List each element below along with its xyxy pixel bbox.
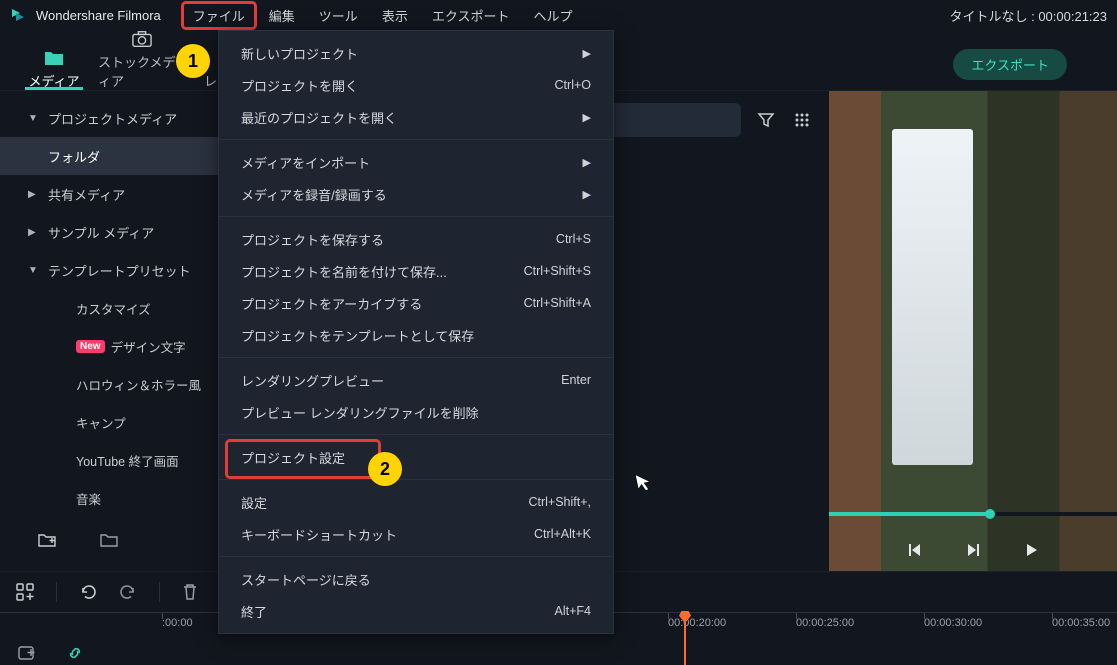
sidebar-item-カスタマイズ[interactable]: カスタマイズ: [0, 289, 218, 327]
file-menu-dropdown: 新しいプロジェクト▶プロジェクトを開くCtrl+O最近のプロジェクトを開く▶ メデ…: [218, 30, 614, 634]
menu-item-レンダリングプレビュー[interactable]: レンダリングプレビューEnter: [219, 364, 613, 396]
camera-icon: [132, 30, 152, 48]
grid-view-icon[interactable]: [791, 109, 813, 131]
menu-item-プロジェクトを保存する[interactable]: プロジェクトを保存するCtrl+S: [219, 223, 613, 255]
menu-item-終了[interactable]: 終了Alt+F4: [219, 595, 613, 627]
timeline-tick: 00:00:30:00: [924, 617, 982, 629]
timeline-track-header: [0, 639, 1117, 665]
folder-icon: [44, 49, 64, 67]
playback-controls: [829, 543, 1117, 557]
menu-ヘルプ[interactable]: ヘルプ: [521, 1, 584, 30]
filter-icon[interactable]: [755, 109, 777, 131]
shortcut-label: Ctrl+Shift+S: [524, 264, 591, 278]
add-track-icon[interactable]: [18, 645, 36, 661]
sidebar-item-共有メディア[interactable]: ▶共有メディア: [0, 175, 218, 213]
submenu-arrow-icon: ▶: [583, 47, 591, 60]
menu-表示[interactable]: 表示: [370, 1, 420, 30]
sidebar-item-デザイン文字[interactable]: Newデザイン文字: [0, 327, 218, 365]
annotation-callout-1: 1: [176, 44, 210, 78]
new-folder-icon[interactable]: [36, 529, 58, 551]
timeline-playhead[interactable]: [684, 613, 686, 665]
sidebar-item-プロジェクトメディア[interactable]: ▼プロジェクトメディア: [0, 99, 218, 137]
play-icon[interactable]: [1024, 543, 1038, 557]
shortcut-label: Enter: [561, 373, 591, 387]
shortcut-label: Ctrl+Shift+,: [528, 495, 591, 509]
sidebar-item-音楽[interactable]: 音楽: [0, 479, 218, 517]
timeline-tick: :00:00: [162, 617, 193, 629]
shortcut-label: Alt+F4: [555, 604, 591, 618]
submenu-arrow-icon: ▶: [583, 156, 591, 169]
export-button[interactable]: エクスポート: [953, 49, 1067, 80]
menu-編集[interactable]: 編集: [257, 1, 307, 30]
shortcut-label: Ctrl+S: [556, 232, 591, 246]
sidebar-item-キャンプ[interactable]: キャンプ: [0, 403, 218, 441]
preview-video-frame: [829, 91, 1117, 571]
submenu-arrow-icon: ▶: [583, 188, 591, 201]
timeline-tick: 00:00:20:00: [668, 617, 726, 629]
menu-item-プレビュー レンダリングファイルを削除[interactable]: プレビュー レンダリングファイルを削除: [219, 396, 613, 428]
preview-panel: [829, 91, 1117, 571]
menu-item-プロジェクトを開く[interactable]: プロジェクトを開くCtrl+O: [219, 69, 613, 101]
folder-icon[interactable]: [98, 529, 120, 551]
step-forward-icon[interactable]: [966, 543, 980, 557]
step-back-icon[interactable]: [908, 543, 922, 557]
menu-ファイル[interactable]: ファイル: [181, 1, 257, 30]
sidebar-item-フォルダ[interactable]: フォルダ: [0, 137, 218, 175]
menu-item-プロジェクトをテンプレートとして保存[interactable]: プロジェクトをテンプレートとして保存: [219, 319, 613, 351]
preview-progress[interactable]: [829, 512, 1117, 516]
app-name: Wondershare Filmora: [36, 8, 161, 23]
tab-ストックメディア[interactable]: ストックメディア: [98, 34, 186, 90]
menu-item-スタートページに戻る[interactable]: スタートページに戻る: [219, 563, 613, 595]
menu-ツール[interactable]: ツール: [307, 1, 370, 30]
menu-item-設定[interactable]: 設定Ctrl+Shift+,: [219, 486, 613, 518]
new-badge: New: [76, 340, 105, 353]
submenu-arrow-icon: ▶: [583, 111, 591, 124]
title-bar: Wondershare Filmora ファイル編集ツール表示エクスポートヘルプ…: [0, 0, 1117, 30]
app-logo-icon: [10, 7, 26, 23]
timeline-tick: 00:00:35:00: [1052, 617, 1110, 629]
menu-item-最近のプロジェクトを開く[interactable]: 最近のプロジェクトを開く▶: [219, 101, 613, 133]
chevron-icon: ▶: [28, 189, 40, 200]
sidebar-item-YouTube 終了画面[interactable]: YouTube 終了画面: [0, 441, 218, 479]
tab-メディア[interactable]: メディア: [10, 34, 98, 90]
sidebar-tools: [0, 517, 218, 563]
shortcut-label: Ctrl+O: [555, 78, 591, 92]
annotation-callout-2: 2: [368, 452, 402, 486]
apps-icon[interactable]: [16, 583, 34, 601]
timeline-tick: 00:00:25:00: [796, 617, 854, 629]
menu-item-プロジェクトを名前を付けて保存...[interactable]: プロジェクトを名前を付けて保存...Ctrl+Shift+S: [219, 255, 613, 287]
chevron-icon: ▼: [28, 113, 40, 124]
media-sidebar: ▼プロジェクトメディアフォルダ▶共有メディア▶サンプル メディア▼テンプレートプ…: [0, 91, 218, 571]
chevron-icon: ▼: [28, 265, 40, 276]
redo-icon[interactable]: [119, 583, 137, 601]
menu-item-メディアをインポート[interactable]: メディアをインポート▶: [219, 146, 613, 178]
link-icon[interactable]: [66, 644, 84, 662]
sidebar-item-ハロウィン＆ホラー風[interactable]: ハロウィン＆ホラー風: [0, 365, 218, 403]
menu-item-メディアを録音/録画する[interactable]: メディアを録音/録画する▶: [219, 178, 613, 210]
menu-item-プロジェクト設定[interactable]: プロジェクト設定: [219, 441, 613, 473]
sidebar-item-テンプレートプリセット[interactable]: ▼テンプレートプリセット: [0, 251, 218, 289]
delete-icon[interactable]: [182, 583, 198, 601]
undo-icon[interactable]: [79, 583, 97, 601]
project-title-time: タイトルなし : 00:00:21:23: [949, 6, 1107, 25]
menu-item-プロジェクトをアーカイブする[interactable]: プロジェクトをアーカイブするCtrl+Shift+A: [219, 287, 613, 319]
menu-エクスポート[interactable]: エクスポート: [420, 1, 522, 30]
sidebar-item-サンプル メディア[interactable]: ▶サンプル メディア: [0, 213, 218, 251]
menu-item-キーボードショートカット[interactable]: キーボードショートカットCtrl+Alt+K: [219, 518, 613, 550]
chevron-icon: ▶: [28, 227, 40, 238]
shortcut-label: Ctrl+Shift+A: [524, 296, 591, 310]
menu-item-新しいプロジェクト[interactable]: 新しいプロジェクト▶: [219, 37, 613, 69]
shortcut-label: Ctrl+Alt+K: [534, 527, 591, 541]
menu-bar: ファイル編集ツール表示エクスポートヘルプ: [181, 1, 585, 30]
